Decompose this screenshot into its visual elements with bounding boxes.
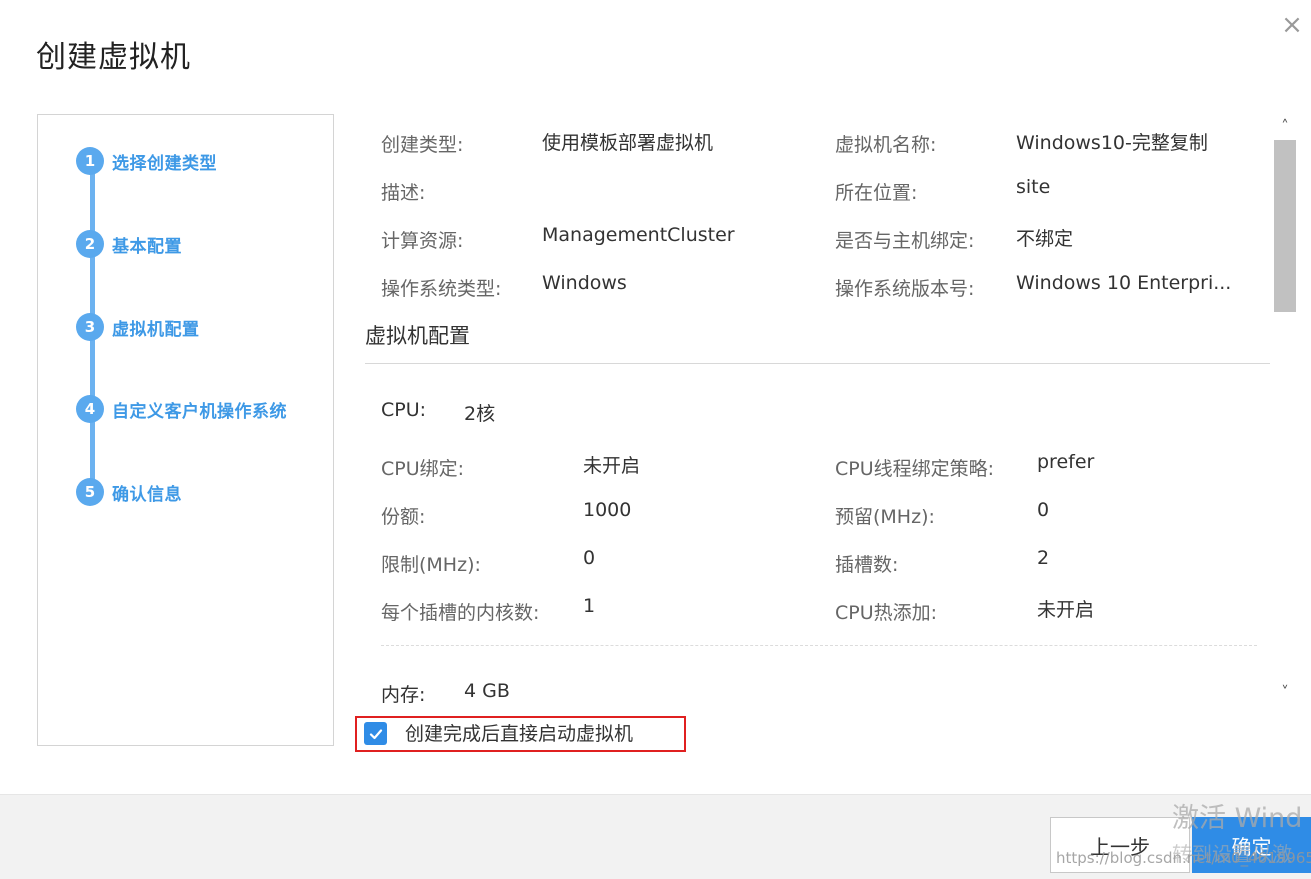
steps-panel: 1 选择创建类型 2 基本配置 3 虚拟机配置 4 自定义客户机操作系统 5 确… (37, 114, 334, 746)
os-version-label: 操作系统版本号: (835, 278, 975, 300)
step-number-badge: 3 (76, 313, 104, 341)
checkmark-icon (369, 728, 382, 739)
cpu-bind-label: CPU绑定: (381, 458, 465, 480)
start-after-create-checkbox[interactable] (364, 722, 387, 745)
cpu-thread-policy-label: CPU线程绑定策略: (835, 458, 995, 480)
location-value: site (1016, 176, 1051, 198)
summary-content: 创建类型: 使用模板部署虚拟机 虚拟机名称: Windows10-完整复制 描述… (365, 114, 1270, 704)
step-number-badge: 4 (76, 395, 104, 423)
location-label: 所在位置: (835, 182, 918, 204)
cpu-section-divider (381, 645, 1257, 646)
shares-value: 1000 (583, 499, 632, 521)
limit-label: 限制(MHz): (381, 554, 481, 576)
cores-per-socket-value: 1 (583, 595, 596, 617)
step-number-badge: 2 (76, 230, 104, 258)
vm-config-section-title: 虚拟机配置 (365, 324, 470, 348)
limit-value: 0 (583, 547, 596, 569)
step-select-type[interactable]: 1 选择创建类型 (76, 146, 217, 176)
step-vm-config[interactable]: 3 虚拟机配置 (76, 312, 200, 342)
memory-value: 4 GB (464, 680, 510, 702)
vm-name-label: 虚拟机名称: (835, 134, 937, 156)
cpu-value: 2核 (464, 403, 496, 425)
step-label: 基本配置 (112, 236, 182, 257)
step-label: 虚拟机配置 (112, 319, 200, 340)
section-divider (365, 363, 1270, 364)
step-basic-config[interactable]: 2 基本配置 (76, 229, 182, 259)
step-confirm[interactable]: 5 确认信息 (76, 477, 182, 507)
cpu-thread-policy-value: prefer (1037, 451, 1095, 473)
windows-activation-watermark: 激活 Wind (1172, 803, 1303, 834)
chevron-up-icon[interactable]: ˄ (1272, 114, 1298, 138)
description-label: 描述: (381, 182, 426, 204)
content-scrollbar[interactable]: ˄ ˅ (1272, 114, 1298, 704)
chevron-down-icon[interactable]: ˅ (1272, 680, 1298, 704)
compute-resource-label: 计算资源: (381, 230, 464, 252)
step-number-badge: 5 (76, 478, 104, 506)
os-version-value: Windows 10 Enterpri... (1016, 272, 1232, 294)
host-bind-value: 不绑定 (1016, 228, 1074, 250)
compute-resource-value: ManagementCluster (542, 224, 735, 246)
step-label: 自定义客户机操作系统 (112, 401, 287, 422)
os-type-label: 操作系统类型: (381, 278, 502, 300)
sockets-label: 插槽数: (835, 554, 899, 576)
shares-label: 份额: (381, 506, 426, 528)
create-type-value: 使用模板部署虚拟机 (542, 132, 714, 154)
start-after-create-label[interactable]: 创建完成后直接启动虚拟机 (405, 719, 633, 746)
step-number-badge: 1 (76, 147, 104, 175)
cores-per-socket-label: 每个插槽的内核数: (381, 602, 540, 624)
cpu-bind-value: 未开启 (583, 455, 641, 477)
close-icon[interactable]: × (1277, 10, 1307, 40)
cpu-hotplug-value: 未开启 (1037, 599, 1095, 621)
create-type-label: 创建类型: (381, 134, 464, 156)
cpu-label: CPU: (381, 399, 427, 421)
reserve-label: 预留(MHz): (835, 506, 935, 528)
memory-label: 内存: (381, 684, 426, 704)
step-customize-guest-os[interactable]: 4 自定义客户机操作系统 (76, 394, 287, 424)
step-label: 选择创建类型 (112, 153, 217, 174)
blog-url-watermark: https://blog.csdn.net/m0_46199657 (1056, 849, 1311, 867)
reserve-value: 0 (1037, 499, 1050, 521)
vm-name-value: Windows10-完整复制 (1016, 132, 1208, 154)
sockets-value: 2 (1037, 547, 1050, 569)
cpu-hotplug-label: CPU热添加: (835, 602, 938, 624)
dialog-title: 创建虚拟机 (36, 40, 191, 75)
host-bind-label: 是否与主机绑定: (835, 230, 975, 252)
os-type-value: Windows (542, 272, 627, 294)
step-label: 确认信息 (112, 484, 182, 505)
scrollbar-thumb[interactable] (1274, 140, 1296, 312)
